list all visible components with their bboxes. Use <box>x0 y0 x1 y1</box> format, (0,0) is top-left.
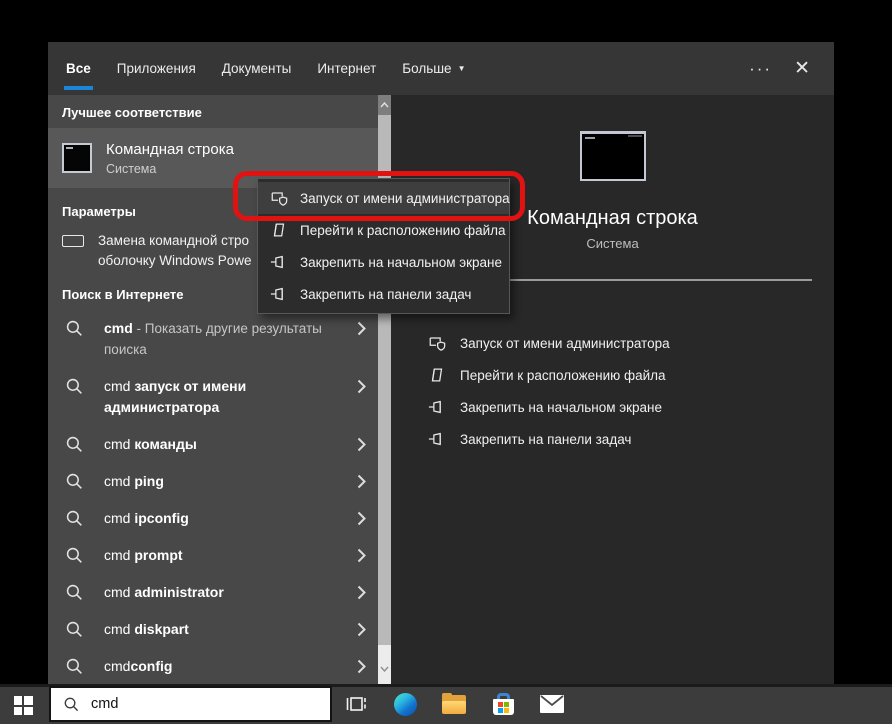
magnifier-icon <box>65 435 84 454</box>
cmd-app-icon-large <box>580 131 646 181</box>
search-suggestion[interactable]: cmd запуск от имени администратора <box>48 368 378 426</box>
taskbar-search-box[interactable] <box>49 686 332 722</box>
start-button[interactable] <box>0 687 46 724</box>
pin-icon <box>428 430 446 448</box>
tab-more[interactable]: Больше ▼ <box>389 42 478 95</box>
search-input[interactable] <box>91 696 311 712</box>
taskbar <box>0 684 892 724</box>
chevron-right-icon[interactable] <box>357 585 366 600</box>
uac-shield-icon <box>428 334 446 352</box>
search-suggestion[interactable]: cmd команды <box>48 426 378 463</box>
action-run-as-admin[interactable]: Запуск от имени администратора <box>391 327 834 359</box>
task-view-icon <box>345 693 367 715</box>
magnifier-icon <box>65 509 84 528</box>
edge-icon <box>394 693 417 716</box>
action-pin-to-start[interactable]: Закрепить на начальном экране <box>391 391 834 423</box>
tab-apps[interactable]: Приложения <box>104 42 209 95</box>
menu-item-open-file-location[interactable]: Перейти к расположению файла <box>258 214 509 246</box>
action-pin-to-taskbar[interactable]: Закрепить на панели задач <box>391 423 834 455</box>
file-explorer-icon <box>442 695 466 714</box>
chevron-right-icon[interactable] <box>357 659 366 674</box>
search-suggestion[interactable]: cmd administrator <box>48 574 378 611</box>
best-match-subtitle: Система <box>106 162 234 176</box>
chevron-right-icon[interactable] <box>357 548 366 563</box>
menu-item-pin-to-taskbar[interactable]: Закрепить на панели задач <box>258 278 509 310</box>
magnifier-icon <box>65 620 84 639</box>
action-open-file-location[interactable]: Перейти к расположению файла <box>391 359 834 391</box>
magnifier-icon <box>65 583 84 602</box>
settings-result-line1: Замена командной стро <box>98 231 252 251</box>
chevron-right-icon[interactable] <box>357 379 366 394</box>
context-menu: Запуск от имени администратора Перейти к… <box>257 178 510 314</box>
close-icon[interactable]: ✕ <box>794 57 810 80</box>
uac-shield-icon <box>270 189 288 207</box>
best-match-title: Командная строка <box>106 140 234 159</box>
search-icon <box>63 696 80 713</box>
chevron-right-icon[interactable] <box>357 437 366 452</box>
settings-result-line2: оболочку Windows Powe <box>98 251 252 271</box>
console-settings-icon <box>62 235 84 247</box>
taskbar-icons <box>334 684 574 724</box>
tab-web[interactable]: Интернет <box>304 42 389 95</box>
magnifier-icon <box>65 377 84 396</box>
file-explorer-button[interactable] <box>432 684 476 724</box>
chevron-right-icon[interactable] <box>357 511 366 526</box>
magnifier-icon <box>65 472 84 491</box>
store-button[interactable] <box>481 684 525 724</box>
task-view-button[interactable] <box>334 684 378 724</box>
cmd-app-icon <box>62 143 92 173</box>
pin-icon <box>428 398 446 416</box>
scrollbar-up-arrow-icon[interactable] <box>378 95 391 115</box>
magnifier-icon <box>65 319 84 338</box>
windows-logo-icon <box>14 696 33 715</box>
pin-icon <box>270 253 288 271</box>
menu-item-pin-to-start[interactable]: Закрепить на начальном экране <box>258 246 509 278</box>
search-flyout-panel: Все Приложения Документы Интернет Больше… <box>48 42 834 684</box>
magnifier-icon <box>65 657 84 676</box>
web-suggestions-list: cmd - Показать другие результаты поиска … <box>48 310 378 684</box>
file-location-icon <box>270 221 288 239</box>
search-filter-tabs: Все Приложения Документы Интернет Больше… <box>48 42 834 95</box>
file-location-icon <box>428 366 446 384</box>
mail-icon <box>540 695 564 713</box>
search-suggestion[interactable]: cmd prompt <box>48 537 378 574</box>
search-suggestion[interactable]: cmd ping <box>48 463 378 500</box>
search-suggestion[interactable]: cmd diskpart <box>48 611 378 648</box>
header-actions: ··· ✕ <box>749 57 834 80</box>
tab-documents[interactable]: Документы <box>209 42 305 95</box>
search-suggestion[interactable]: cmdconfig <box>48 648 378 684</box>
tab-all[interactable]: Все <box>53 42 104 95</box>
scrollbar-down-arrow-icon[interactable] <box>378 645 391 684</box>
chevron-down-icon: ▼ <box>458 64 466 73</box>
best-match-header: Лучшее соответствие <box>62 105 364 120</box>
store-icon <box>493 693 514 715</box>
preview-actions-list: Запуск от имени администратора Перейти к… <box>391 327 834 455</box>
mail-button[interactable] <box>530 684 574 724</box>
search-suggestion[interactable]: cmd ipconfig <box>48 500 378 537</box>
magnifier-icon <box>65 546 84 565</box>
menu-item-run-as-admin[interactable]: Запуск от имени администратора <box>258 182 509 214</box>
chevron-right-icon[interactable] <box>357 321 366 336</box>
edge-browser-button[interactable] <box>383 684 427 724</box>
chevron-right-icon[interactable] <box>357 622 366 637</box>
search-suggestion[interactable]: cmd - Показать другие результаты поиска <box>48 310 378 368</box>
chevron-right-icon[interactable] <box>357 474 366 489</box>
more-options-icon[interactable]: ··· <box>749 59 772 79</box>
pin-icon <box>270 285 288 303</box>
